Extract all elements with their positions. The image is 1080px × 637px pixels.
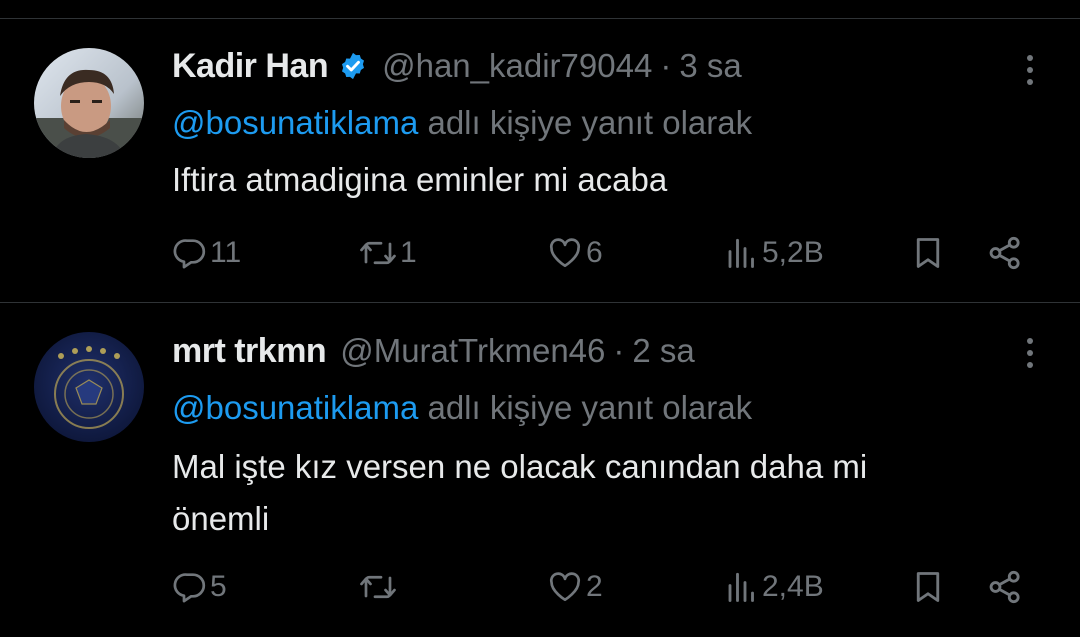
tweet-text-line-2: önemli: [172, 500, 270, 537]
reply-context-label: adlı kişiye yanıt olarak: [418, 104, 753, 141]
bookmark-icon: [916, 238, 940, 268]
reply-icon: [173, 239, 206, 269]
views-icon: [728, 572, 754, 602]
repost-button[interactable]: [358, 567, 400, 607]
tweet-2[interactable]: mrt trkmn @MuratTrkmen46 · 2 sa @bosunat…: [0, 303, 1080, 637]
reply-count: 5: [210, 570, 227, 603]
like-icon: [549, 238, 581, 268]
separator-dot: ·: [613, 332, 625, 369]
repost-count: 1: [400, 236, 417, 269]
like-count: 6: [586, 236, 603, 269]
like-count: 2: [586, 570, 603, 603]
repost-icon: [360, 241, 396, 265]
action-bar: 11 1 6 5,2B: [172, 233, 1032, 273]
reply-button[interactable]: 5: [172, 567, 227, 607]
timestamp[interactable]: 2 sa: [632, 332, 694, 370]
views-button[interactable]: 5,2B: [724, 233, 824, 273]
author-handle[interactable]: @MuratTrkmen46: [340, 332, 605, 370]
verified-badge-icon[interactable]: [338, 51, 368, 81]
tweet-text: Mal işte kız versen ne olacak canından d…: [172, 441, 1040, 545]
reply-button[interactable]: 11: [172, 233, 241, 273]
avatar[interactable]: [34, 332, 144, 442]
author-name[interactable]: Kadir Han: [172, 47, 329, 86]
reply-context-label: adlı kişiye yanıt olarak: [418, 389, 753, 426]
tweet-1[interactable]: Kadir Han @han_kadir79044 · 3 sa @bosuna…: [0, 18, 1080, 302]
reply-icon: [173, 573, 206, 603]
reply-mention-link[interactable]: @bosunatiklama: [172, 389, 418, 426]
bookmark-icon: [916, 572, 940, 602]
tweet-text: Iftira atmadigina eminler mi acaba: [172, 161, 668, 198]
share-button[interactable]: [986, 233, 1024, 273]
repost-icon: [360, 575, 396, 599]
more-options-button[interactable]: [1020, 333, 1040, 373]
reply-context: @bosunatiklama adlı kişiye yanıt olarak: [172, 104, 1040, 144]
action-bar: 5 2 2,4B: [172, 567, 1032, 607]
avatar-photo: [34, 48, 144, 158]
share-icon: [989, 570, 1020, 604]
more-options-button[interactable]: [1020, 50, 1040, 90]
views-icon: [728, 238, 754, 268]
view-count: 5,2B: [762, 236, 824, 269]
views-button[interactable]: 2,4B: [724, 567, 824, 607]
tweet-text-line-1: Mal işte kız versen ne olacak canından d…: [172, 448, 868, 485]
like-button[interactable]: 2: [546, 567, 603, 607]
bookmark-button[interactable]: [910, 567, 946, 607]
share-icon: [989, 236, 1020, 270]
reply-mention-link[interactable]: @bosunatiklama: [172, 104, 418, 141]
author-name[interactable]: mrt trkmn: [172, 332, 327, 371]
repost-button[interactable]: 1: [358, 233, 417, 273]
reply-count: 11: [210, 236, 242, 269]
bookmark-button[interactable]: [910, 233, 946, 273]
author-handle[interactable]: @han_kadir79044: [382, 47, 652, 85]
timestamp[interactable]: 3 sa: [679, 47, 741, 85]
share-button[interactable]: [986, 567, 1024, 607]
like-icon: [549, 572, 581, 602]
avatar[interactable]: [34, 48, 144, 158]
like-button[interactable]: 6: [546, 233, 603, 273]
avatar-team-logo: [34, 332, 144, 442]
reply-context: @bosunatiklama adlı kişiye yanıt olarak: [172, 389, 1040, 429]
view-count: 2,4B: [762, 570, 824, 603]
separator-dot: ·: [660, 47, 672, 84]
